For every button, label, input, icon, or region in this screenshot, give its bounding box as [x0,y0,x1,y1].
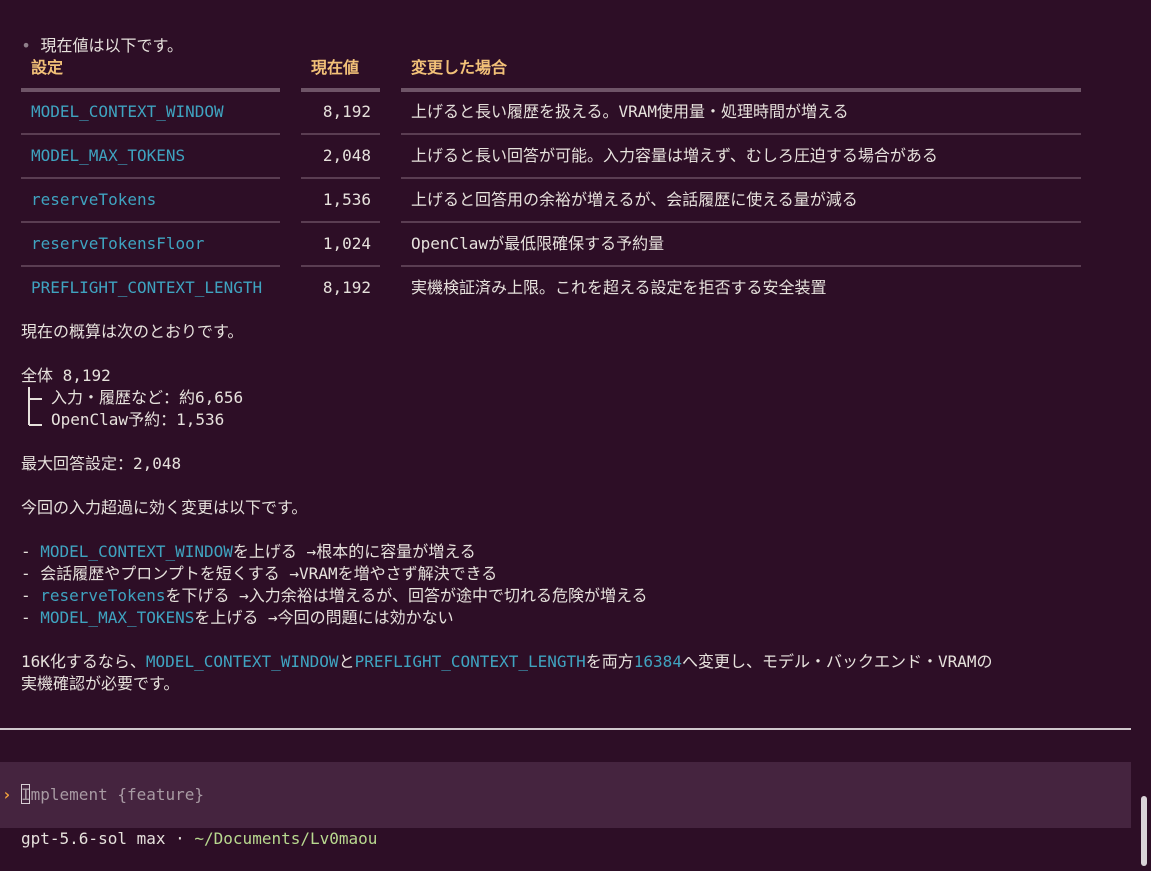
tree-branch-reserve: OpenClaw予約：1,536 [51,410,225,429]
prompt-input-bar[interactable]: › Implement {feature} [0,762,1131,828]
table-row-divider [301,177,380,179]
table-cell-effect: 上げると長い履歴を扱える。VRAM使用量・処理時間が増える [411,102,849,121]
table-header-effect: 変更した場合 [411,58,508,77]
intro-line: • 現在値は以下です。 [2,13,183,57]
table-cell-setting: reserveTokens [31,190,157,209]
bullet-icon: • [21,36,31,55]
placeholder-first-char: I [21,785,31,804]
table-cell-current: 1,024 [322,234,371,253]
list-item: - 会話履歴やプロンプトを短くする →VRAMを増やさず解決できる [21,564,498,583]
table-cell-setting: MODEL_MAX_TOKENS [31,146,186,165]
list-item: - reserveTokensを下げる →入力余裕は増えるが、回答が途中で切れる… [21,586,648,605]
prompt-input[interactable]: Implement {feature} [21,784,204,806]
tree-total: 全体 8,192 [21,366,111,385]
table-row-divider [301,133,380,135]
working-directory: ~/Documents/Lv0maou [194,829,378,848]
conclusion-line-2: 実機確認が必要です。 [21,674,180,693]
list-item: - MODEL_CONTEXT_WINDOWを上げる →根本的に容量が増える [21,542,476,561]
code-token: 16384 [633,652,682,671]
table-row-divider [21,265,280,267]
code-token: reserveTokens [40,586,166,605]
table-row-divider [301,265,380,267]
status-line: gpt-5.6-sol max · ~/Documents/Lv0maou [21,828,377,850]
composer-divider [0,728,1131,730]
intro-text: 現在値は以下です。 [40,36,183,55]
table-row-divider [301,221,380,223]
table-header-divider [301,88,380,92]
tree-branch-input: 入力・履歴など：約6,656 [51,388,244,407]
tree-branch-lines [28,387,42,426]
changes-intro: 今回の入力超過に効く変更は以下です。 [21,498,308,517]
table-row-divider [21,221,280,223]
scrollbar-thumb[interactable] [1141,796,1147,866]
table-cell-effect: 上げると長い回答が可能。入力容量は増えず、むしろ圧迫する場合がある [411,146,938,165]
table-row-divider [401,133,1081,135]
prompt-placeholder: mplement {feature} [30,785,205,804]
list-item: - MODEL_MAX_TOKENSを上げる →今回の問題には効かない [21,608,454,627]
code-token: MODEL_MAX_TOKENS [40,608,195,627]
table-cell-current: 1,536 [322,190,371,209]
table-cell-setting: reserveTokensFloor [31,234,205,253]
max-answer-line: 最大回答設定：2,048 [21,454,182,473]
table-cell-effect: OpenClawが最低限確保する予約量 [411,234,665,253]
table-cell-effect: 実機検証済み上限。これを超える設定を拒否する安全装置 [411,278,827,297]
table-header-divider [21,88,280,92]
table-row-divider [401,221,1081,223]
table-cell-current: 2,048 [322,146,371,165]
code-token: MODEL_CONTEXT_WINDOW [145,652,339,671]
table-header-setting: 設定 [31,58,64,77]
table-cell-effect: 上げると回答用の余裕が増えるが、会話履歴に使える量が減る [411,190,858,209]
table-cell-current: 8,192 [322,278,371,297]
code-token: MODEL_CONTEXT_WINDOW [40,542,233,561]
table-row-divider [401,265,1081,267]
table-header-divider [401,88,1081,92]
table-cell-setting: PREFLIGHT_CONTEXT_LENGTH [31,278,263,297]
table-cell-current: 8,192 [322,102,371,121]
prompt-chevron-icon: › [2,785,12,804]
model-label: gpt-5.6-sol max · [21,829,195,848]
table-cell-setting: MODEL_CONTEXT_WINDOW [31,102,224,121]
table-row-divider [21,133,280,135]
conclusion-line-1: 16K化するなら、MODEL_CONTEXT_WINDOWとPREFLIGHT_… [21,652,993,671]
table-header-current: 現在値 [311,58,360,77]
summary-intro: 現在の概算は次のとおりです。 [21,322,244,341]
table-row-divider [21,177,280,179]
code-token: PREFLIGHT_CONTEXT_LENGTH [354,652,586,671]
table-row-divider [401,177,1081,179]
